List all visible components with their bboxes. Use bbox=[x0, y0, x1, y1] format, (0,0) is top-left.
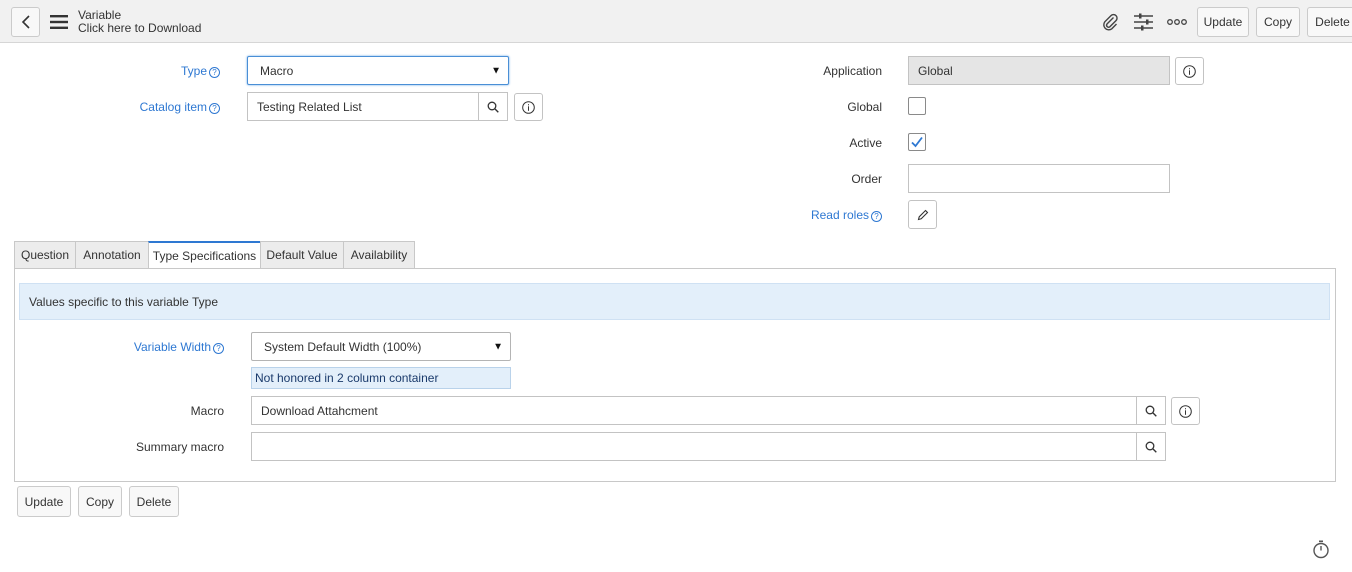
catalog-item-info-button[interactable] bbox=[514, 93, 543, 121]
type-specs-info-message: Values specific to this variable Type bbox=[19, 283, 1330, 320]
variable-width-label[interactable]: Variable Width? bbox=[112, 340, 224, 354]
global-label: Global bbox=[847, 100, 882, 114]
read-roles-edit-button[interactable] bbox=[908, 200, 937, 229]
order-label: Order bbox=[851, 172, 882, 186]
help-icon[interactable]: ? bbox=[209, 103, 220, 114]
global-checkbox[interactable] bbox=[908, 97, 926, 115]
search-icon bbox=[1145, 405, 1157, 417]
update-button[interactable]: Update bbox=[1197, 7, 1249, 37]
pencil-icon bbox=[917, 209, 928, 220]
dropdown-caret-icon: ▼ bbox=[493, 341, 503, 352]
stopwatch-icon[interactable] bbox=[1311, 539, 1331, 559]
macro-info-button[interactable] bbox=[1171, 397, 1200, 425]
catalog-item-lookup-button[interactable] bbox=[478, 92, 508, 121]
variable-width-select-value: System Default Width (100%) bbox=[264, 339, 422, 354]
search-icon bbox=[487, 101, 499, 113]
application-field: Global bbox=[908, 56, 1170, 85]
summary-macro-lookup-button[interactable] bbox=[1136, 432, 1166, 461]
delete-button[interactable]: Delete bbox=[1307, 7, 1352, 37]
back-button[interactable] bbox=[11, 7, 40, 37]
help-icon[interactable]: ? bbox=[871, 211, 882, 222]
summary-macro-label: Summary macro bbox=[135, 440, 224, 454]
type-label[interactable]: Type? bbox=[140, 64, 220, 78]
copy-button[interactable]: Copy bbox=[1256, 7, 1300, 37]
macro-lookup-button[interactable] bbox=[1136, 396, 1166, 425]
form-header: Variable Click here to Download Update C… bbox=[0, 0, 1352, 43]
info-icon bbox=[522, 100, 535, 114]
tab-question[interactable]: Question bbox=[14, 241, 76, 268]
application-label: Application bbox=[823, 64, 882, 78]
macro-label: Macro bbox=[190, 404, 224, 418]
read-roles-label[interactable]: Read roles? bbox=[782, 208, 882, 222]
application-info-button[interactable] bbox=[1175, 57, 1204, 85]
tab-type-specifications[interactable]: Type Specifications bbox=[148, 241, 261, 269]
type-select[interactable]: Macro ▼ bbox=[247, 56, 509, 85]
catalog-item-label[interactable]: Catalog item? bbox=[120, 100, 220, 114]
help-icon[interactable]: ? bbox=[213, 343, 224, 354]
hamburger-menu-icon[interactable] bbox=[49, 14, 69, 30]
dropdown-caret-icon: ▼ bbox=[491, 65, 501, 76]
tab-default-value[interactable]: Default Value bbox=[260, 241, 344, 268]
macro-input[interactable]: Download Attahcment bbox=[251, 396, 1137, 425]
footer-copy-button[interactable]: Copy bbox=[78, 486, 122, 517]
back-icon bbox=[21, 15, 30, 29]
paperclip-icon[interactable] bbox=[1100, 12, 1120, 32]
footer-delete-button[interactable]: Delete bbox=[129, 486, 179, 517]
tab-annotation[interactable]: Annotation bbox=[75, 241, 149, 268]
sliders-icon[interactable] bbox=[1133, 12, 1153, 32]
info-icon bbox=[1183, 64, 1196, 78]
form-subtitle-link[interactable]: Click here to Download bbox=[78, 22, 201, 35]
search-icon bbox=[1145, 441, 1157, 453]
active-checkbox[interactable] bbox=[908, 133, 926, 151]
variable-width-select[interactable]: System Default Width (100%) ▼ bbox=[251, 332, 511, 361]
active-label: Active bbox=[849, 136, 882, 150]
checkmark-icon bbox=[911, 136, 923, 148]
info-icon bbox=[1179, 404, 1192, 418]
catalog-item-input[interactable]: Testing Related List bbox=[247, 92, 479, 121]
more-icon[interactable] bbox=[1167, 14, 1187, 30]
order-input[interactable] bbox=[908, 164, 1170, 193]
type-select-value: Macro bbox=[260, 63, 294, 78]
footer-update-button[interactable]: Update bbox=[17, 486, 71, 517]
summary-macro-input[interactable] bbox=[251, 432, 1137, 461]
variable-width-note: Not honored in 2 column container bbox=[251, 367, 511, 389]
tab-availability[interactable]: Availability bbox=[343, 241, 415, 268]
help-icon[interactable]: ? bbox=[209, 67, 220, 78]
